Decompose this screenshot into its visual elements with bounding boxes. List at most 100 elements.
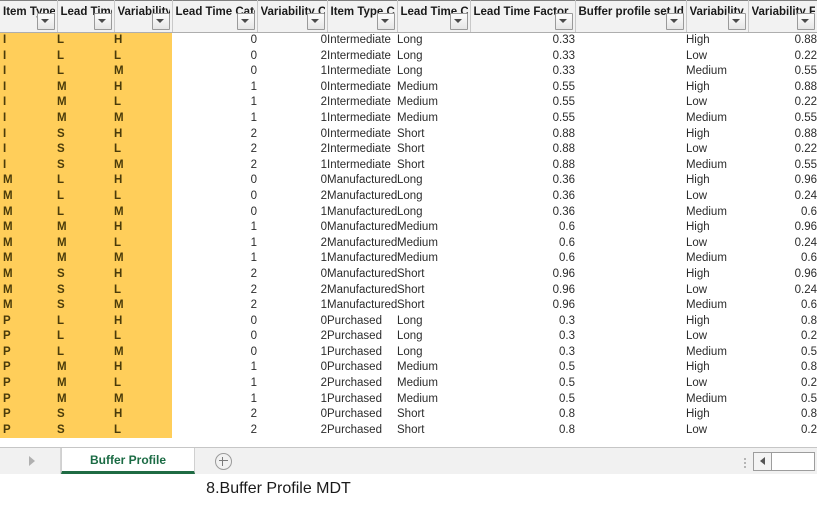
cell-variability-factor[interactable]: 0.6 [748, 251, 817, 267]
cell-variability-code[interactable]: M [114, 64, 172, 80]
table-row[interactable]: P S H 2 0 Purchased Short 0.8 High 0.8 [0, 407, 817, 423]
cell-lead-time-factor[interactable]: 0.6 [470, 236, 575, 252]
cell-buffer-profile-set-id[interactable] [575, 423, 686, 439]
cell-variability-factor[interactable]: 0.24 [748, 283, 817, 299]
cell-item-type-code[interactable]: M [0, 204, 57, 221]
cell-variability-code[interactable]: L [114, 282, 172, 299]
cell-lead-time-category-id[interactable]: 1 [172, 95, 257, 111]
cell-item-type-code[interactable]: I [0, 32, 57, 49]
cell-item-type-code[interactable]: I [0, 79, 57, 96]
cell-lead-time-category-id[interactable]: 1 [172, 236, 257, 252]
cell-lead-time-category-id[interactable]: 2 [172, 267, 257, 283]
filter-dropdown-button[interactable] [665, 13, 684, 30]
cell-lead-time-category[interactable]: Long [397, 345, 470, 361]
cell-lead-time-category-id[interactable]: 0 [172, 189, 257, 205]
cell-item-type-category[interactable]: Intermediate [327, 33, 397, 49]
cell-variability-category-id[interactable]: 0 [257, 407, 327, 423]
cell-variability-category-id[interactable]: 1 [257, 392, 327, 408]
column-header-item-type-code[interactable]: Item Type [0, 0, 58, 33]
cell-variability-category[interactable]: Low [686, 283, 748, 299]
column-header-variability-factor[interactable]: Variability Factor [748, 0, 817, 33]
cell-variability-code[interactable]: L [114, 48, 172, 65]
cell-lead-time-code[interactable]: M [57, 79, 114, 96]
cell-item-type-category[interactable]: Intermediate [327, 127, 397, 143]
cell-lead-time-category-id[interactable]: 0 [172, 49, 257, 65]
cell-lead-time-category-id[interactable]: 1 [172, 392, 257, 408]
column-header-lead-time-code[interactable]: Lead Time Category Code [57, 0, 115, 33]
cell-lead-time-factor[interactable]: 0.8 [470, 407, 575, 423]
cell-variability-category[interactable]: Low [686, 236, 748, 252]
cell-lead-time-code[interactable]: L [57, 344, 114, 361]
cell-variability-code[interactable]: H [114, 79, 172, 96]
cell-lead-time-category[interactable]: Medium [397, 95, 470, 111]
cell-variability-factor[interactable]: 0.5 [748, 345, 817, 361]
cell-variability-code[interactable]: H [114, 266, 172, 283]
cell-lead-time-code[interactable]: S [57, 422, 114, 439]
cell-variability-category[interactable]: Low [686, 95, 748, 111]
cell-variability-category-id[interactable]: 1 [257, 64, 327, 80]
cell-buffer-profile-set-id[interactable] [575, 345, 686, 361]
cell-lead-time-factor[interactable]: 0.88 [470, 127, 575, 143]
sheet-tab-buffer-profile[interactable]: Buffer Profile [61, 448, 195, 474]
cell-lead-time-category[interactable]: Medium [397, 360, 470, 376]
cell-variability-category-id[interactable]: 0 [257, 33, 327, 49]
cell-lead-time-code[interactable]: M [57, 235, 114, 252]
cell-item-type-category[interactable]: Intermediate [327, 111, 397, 127]
cell-buffer-profile-set-id[interactable] [575, 360, 686, 376]
cell-variability-category[interactable]: High [686, 314, 748, 330]
filter-dropdown-button[interactable] [449, 13, 468, 30]
table-row[interactable]: P L L 0 2 Purchased Long 0.3 Low 0.2 [0, 329, 817, 345]
cell-variability-category[interactable]: Medium [686, 298, 748, 314]
cell-variability-category[interactable]: Low [686, 329, 748, 345]
cell-lead-time-factor[interactable]: 0.55 [470, 95, 575, 111]
cell-variability-code[interactable]: M [114, 251, 172, 267]
cell-variability-factor[interactable]: 0.22 [748, 49, 817, 65]
cell-lead-time-code[interactable]: S [57, 282, 114, 299]
cell-variability-category[interactable]: High [686, 360, 748, 376]
cell-lead-time-category[interactable]: Long [397, 173, 470, 189]
cell-item-type-code[interactable]: I [0, 64, 57, 80]
cell-variability-category-id[interactable]: 0 [257, 127, 327, 143]
cell-item-type-category[interactable]: Manufactured [327, 298, 397, 314]
filter-dropdown-button[interactable] [151, 13, 170, 30]
table-row[interactable]: I L M 0 1 Intermediate Long 0.33 Medium 0.55 [0, 64, 817, 80]
cell-lead-time-category[interactable]: Short [397, 407, 470, 423]
column-header-variability-code[interactable]: Variability Code [114, 0, 173, 33]
table-row[interactable]: M M M 1 1 Manufactured Medium 0.6 Medium 0.6 [0, 251, 817, 267]
cell-variability-code[interactable]: L [114, 95, 172, 111]
table-row[interactable]: M L L 0 2 Manufactured Long 0.36 Low 0.24 [0, 188, 817, 205]
cell-variability-code[interactable]: H [114, 126, 172, 143]
table-row[interactable]: I S M 2 1 Intermediate Short 0.88 Medium 0.55 [0, 157, 817, 174]
cell-buffer-profile-set-id[interactable] [575, 298, 686, 314]
cell-item-type-category[interactable]: Intermediate [327, 80, 397, 96]
cell-lead-time-category-id[interactable]: 0 [172, 345, 257, 361]
cell-item-type-code[interactable]: M [0, 298, 57, 314]
cell-variability-code[interactable]: H [114, 360, 172, 377]
column-header-variability-category[interactable]: Variability Category [686, 0, 749, 33]
cell-lead-time-category[interactable]: Short [397, 267, 470, 283]
cell-lead-time-factor[interactable]: 0.33 [470, 33, 575, 49]
cell-buffer-profile-set-id[interactable] [575, 80, 686, 96]
cell-variability-category[interactable]: High [686, 267, 748, 283]
cell-lead-time-category-id[interactable]: 2 [172, 142, 257, 158]
cell-buffer-profile-set-id[interactable] [575, 127, 686, 143]
filter-dropdown-button[interactable] [306, 13, 325, 30]
cell-variability-category[interactable]: Low [686, 376, 748, 392]
table-row[interactable]: M L H 0 0 Manufactured Long 0.36 High 0.96 [0, 173, 817, 189]
cell-variability-code[interactable]: H [114, 313, 172, 330]
cell-lead-time-factor[interactable]: 0.88 [470, 142, 575, 158]
cell-variability-factor[interactable]: 0.2 [748, 329, 817, 345]
column-header-item-type-category[interactable]: Item Type Category [327, 0, 398, 33]
cell-lead-time-code[interactable]: L [57, 188, 114, 205]
column-header-lead-time-category-id[interactable]: Lead Time Category [172, 0, 258, 33]
cell-lead-time-factor[interactable]: 0.3 [470, 314, 575, 330]
cell-variability-category[interactable]: Low [686, 423, 748, 439]
cell-lead-time-code[interactable]: L [57, 48, 114, 65]
cell-item-type-category[interactable]: Intermediate [327, 142, 397, 158]
table-row[interactable]: M L M 0 1 Manufactured Long 0.36 Medium 0.6 [0, 204, 817, 221]
cell-variability-code[interactable]: M [114, 204, 172, 221]
filter-dropdown-button[interactable] [93, 13, 112, 30]
cell-variability-factor[interactable]: 0.6 [748, 205, 817, 221]
cell-item-type-category[interactable]: Manufactured [327, 205, 397, 221]
table-row[interactable]: M S M 2 1 Manufactured Short 0.96 Medium 0.6 [0, 298, 817, 314]
